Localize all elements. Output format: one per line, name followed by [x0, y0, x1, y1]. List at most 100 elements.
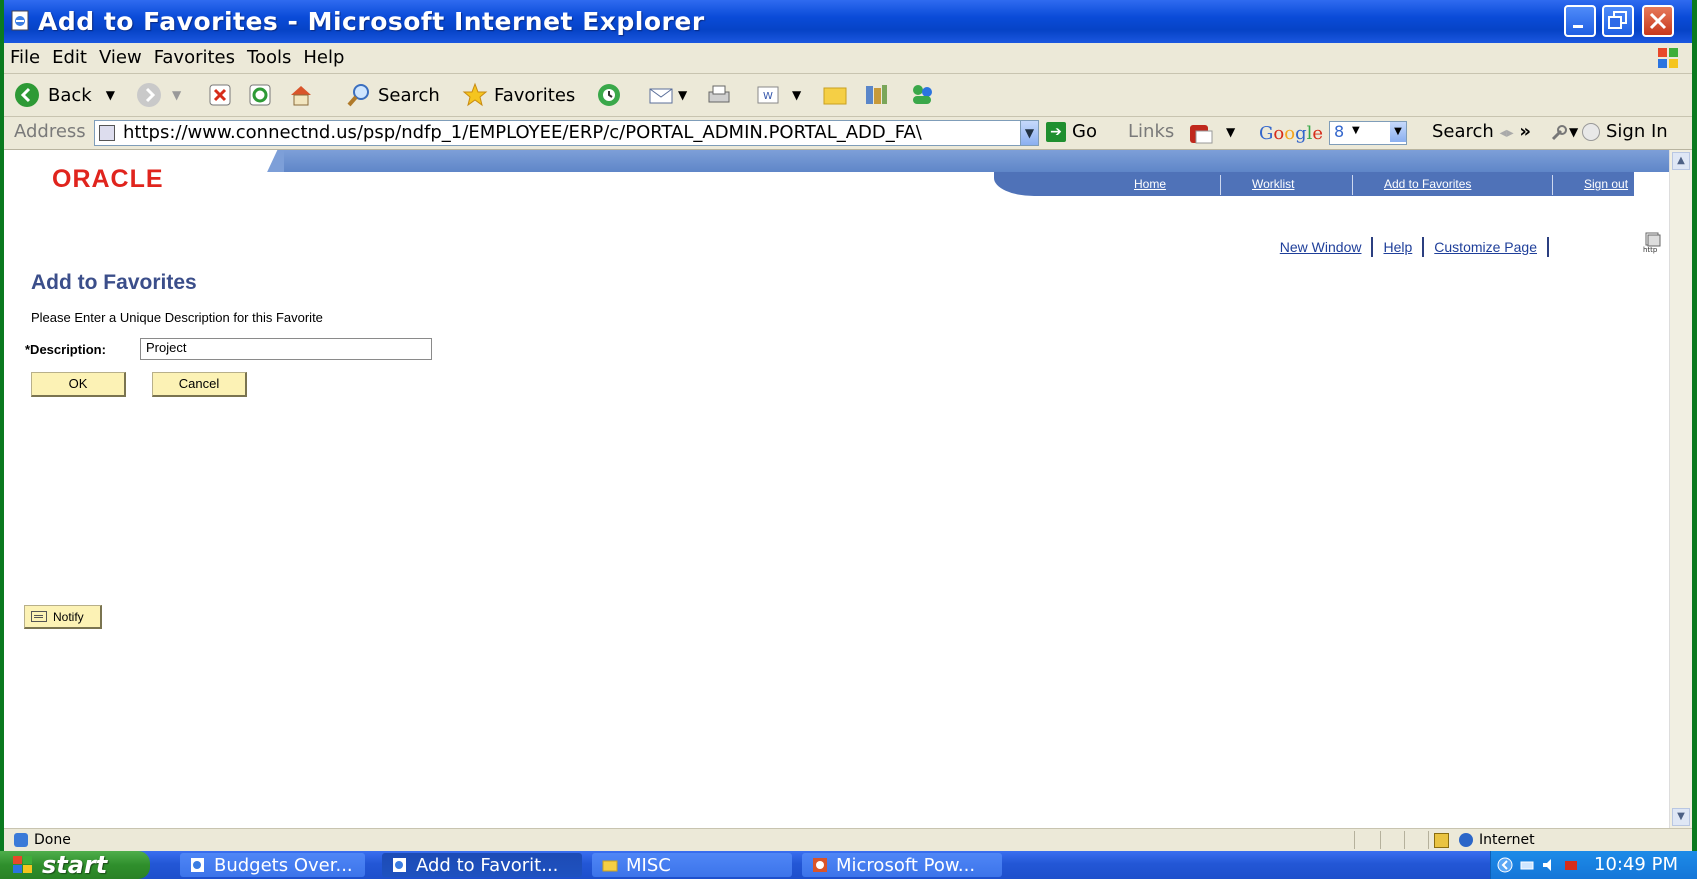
- page-links: New Window Help Customize Page: [1280, 237, 1559, 257]
- address-dropdown-icon[interactable]: ▼: [1020, 120, 1039, 146]
- notify-button[interactable]: Notify: [24, 605, 102, 629]
- back-label: Back: [48, 84, 92, 106]
- title-bar[interactable]: Add to Favorites - Microsoft Internet Ex…: [4, 0, 1692, 43]
- research-books-icon: [866, 85, 887, 104]
- go-button[interactable]: ➔ Go: [1046, 121, 1097, 142]
- cancel-button[interactable]: Cancel: [152, 372, 247, 397]
- close-button[interactable]: [1642, 5, 1674, 37]
- google-g-dropdown-icon[interactable]: ▼: [1352, 125, 1360, 136]
- search-magnifier-icon: [347, 84, 369, 107]
- customize-page-link[interactable]: Customize Page: [1434, 239, 1537, 255]
- windows-flag-icon: [13, 856, 32, 873]
- research-button[interactable]: [862, 80, 890, 110]
- google-search-input[interactable]: 8 ▼ ▼: [1329, 121, 1408, 145]
- task-misc[interactable]: MISC: [592, 853, 792, 877]
- google-search-button[interactable]: Search ◂▸ »: [1432, 121, 1531, 142]
- zone-label: Internet: [1479, 832, 1535, 848]
- status-bar: Done Internet: [4, 828, 1692, 852]
- taskbar: start Budgets Over... Add to Favorit... …: [0, 851, 1697, 879]
- google-dropdown-icon[interactable]: ▼: [1390, 122, 1407, 142]
- mail-icon: [649, 88, 673, 104]
- http-icon[interactable]: http: [1642, 232, 1664, 254]
- google-search-label: Search: [1432, 121, 1494, 142]
- wrench-settings-icon[interactable]: [1549, 123, 1569, 143]
- search-arrows-icon: ◂▸: [1499, 125, 1514, 141]
- search-button[interactable]: Search: [346, 80, 440, 110]
- back-dropdown-icon[interactable]: ▼: [106, 88, 115, 102]
- forward-button[interactable]: ▼: [136, 80, 181, 110]
- forward-arrow-icon: [137, 83, 161, 107]
- sign-in-button[interactable]: Sign In: [1582, 121, 1668, 142]
- task-label: Add to Favorit...: [416, 854, 559, 876]
- alert-icon[interactable]: [1563, 857, 1579, 873]
- address-input[interactable]: https://www.connectnd.us/psp/ndfp_1/EMPL…: [94, 120, 1039, 146]
- tray-collapse-icon[interactable]: [1497, 857, 1513, 873]
- done-page-icon: [14, 833, 28, 847]
- nav-home[interactable]: Home: [1134, 177, 1166, 191]
- vertical-scrollbar[interactable]: ▲ ▼: [1669, 150, 1692, 828]
- help-link[interactable]: Help: [1383, 239, 1412, 255]
- scroll-up-icon[interactable]: ▲: [1672, 152, 1690, 170]
- link-divider: [1422, 237, 1425, 257]
- network-icon[interactable]: [1519, 857, 1535, 873]
- mail-dropdown-icon[interactable]: ▼: [678, 88, 687, 102]
- folder-icon: [602, 860, 618, 872]
- edit-button[interactable]: W ▼: [756, 80, 801, 110]
- new-window-link[interactable]: New Window: [1280, 239, 1362, 255]
- status-divider: [1354, 831, 1355, 849]
- minimize-button[interactable]: [1564, 5, 1596, 37]
- print-button[interactable]: [706, 80, 732, 110]
- links-button[interactable]: Links: [1128, 121, 1174, 142]
- mail-button[interactable]: ▼: [648, 80, 687, 110]
- volume-icon[interactable]: [1541, 857, 1557, 873]
- nav-worklist[interactable]: Worklist: [1252, 177, 1294, 191]
- ie-page-icon: [191, 858, 204, 872]
- start-button[interactable]: start: [0, 851, 150, 879]
- refresh-button[interactable]: [248, 80, 272, 110]
- nav-sign-out[interactable]: Sign out: [1584, 177, 1628, 191]
- menu-view[interactable]: View: [93, 43, 148, 68]
- settings-dropdown-icon[interactable]: ▼: [1569, 125, 1578, 139]
- task-add-to-favorites[interactable]: Add to Favorit...: [382, 853, 582, 877]
- description-input[interactable]: Project: [140, 338, 432, 360]
- standard-toolbar: Back ▼ ▼ Search Favorites ▼ W ▼: [4, 74, 1692, 117]
- messenger-people-icon: [913, 85, 932, 104]
- go-arrow-icon: ➔: [1046, 121, 1066, 142]
- google-box-value: 8: [1334, 122, 1345, 141]
- notes-button[interactable]: [822, 80, 848, 110]
- menu-edit[interactable]: Edit: [46, 43, 93, 68]
- task-budgets[interactable]: Budgets Over...: [180, 853, 365, 877]
- menu-tools[interactable]: Tools: [241, 43, 297, 68]
- status-divider: [1428, 831, 1429, 849]
- menu-help[interactable]: Help: [297, 43, 350, 68]
- ok-button[interactable]: OK: [31, 372, 126, 397]
- edit-dropdown-icon[interactable]: ▼: [792, 88, 801, 102]
- forward-dropdown-icon[interactable]: ▼: [172, 88, 181, 102]
- scroll-down-icon[interactable]: ▼: [1672, 808, 1690, 826]
- stop-button[interactable]: [208, 80, 232, 110]
- messenger-button[interactable]: [908, 80, 936, 110]
- home-button[interactable]: [288, 80, 314, 110]
- menu-favorites[interactable]: Favorites: [148, 43, 241, 68]
- refresh-icon: [249, 84, 271, 106]
- windows-logo-icon: [1658, 48, 1678, 68]
- history-button[interactable]: [596, 80, 622, 110]
- back-button[interactable]: Back ▼: [14, 80, 115, 110]
- nav-add-to-favorites[interactable]: Add to Favorites: [1384, 177, 1471, 191]
- browser-window: Add to Favorites - Microsoft Internet Ex…: [4, 0, 1692, 852]
- menu-file[interactable]: File: [4, 43, 46, 68]
- favorites-button[interactable]: Favorites: [462, 80, 575, 110]
- status-text: Done: [34, 832, 71, 848]
- pdf-dropdown-icon[interactable]: ▼: [1226, 125, 1235, 139]
- pdf-convert-icon[interactable]: [1188, 123, 1214, 145]
- menu-bar: File Edit View Favorites Tools Help: [4, 43, 1692, 74]
- ie-page-icon: [393, 858, 406, 872]
- google-toolbar: Google 8 ▼ ▼: [1259, 121, 1408, 145]
- task-powerpoint[interactable]: Microsoft Pow...: [802, 853, 1002, 877]
- history-icon: [598, 84, 620, 106]
- link-divider: [1547, 237, 1549, 257]
- restore-button[interactable]: [1602, 5, 1634, 37]
- task-label: MISC: [626, 854, 671, 876]
- chevron-more-icon[interactable]: »: [1519, 121, 1531, 142]
- security-zone: Internet: [1434, 832, 1535, 848]
